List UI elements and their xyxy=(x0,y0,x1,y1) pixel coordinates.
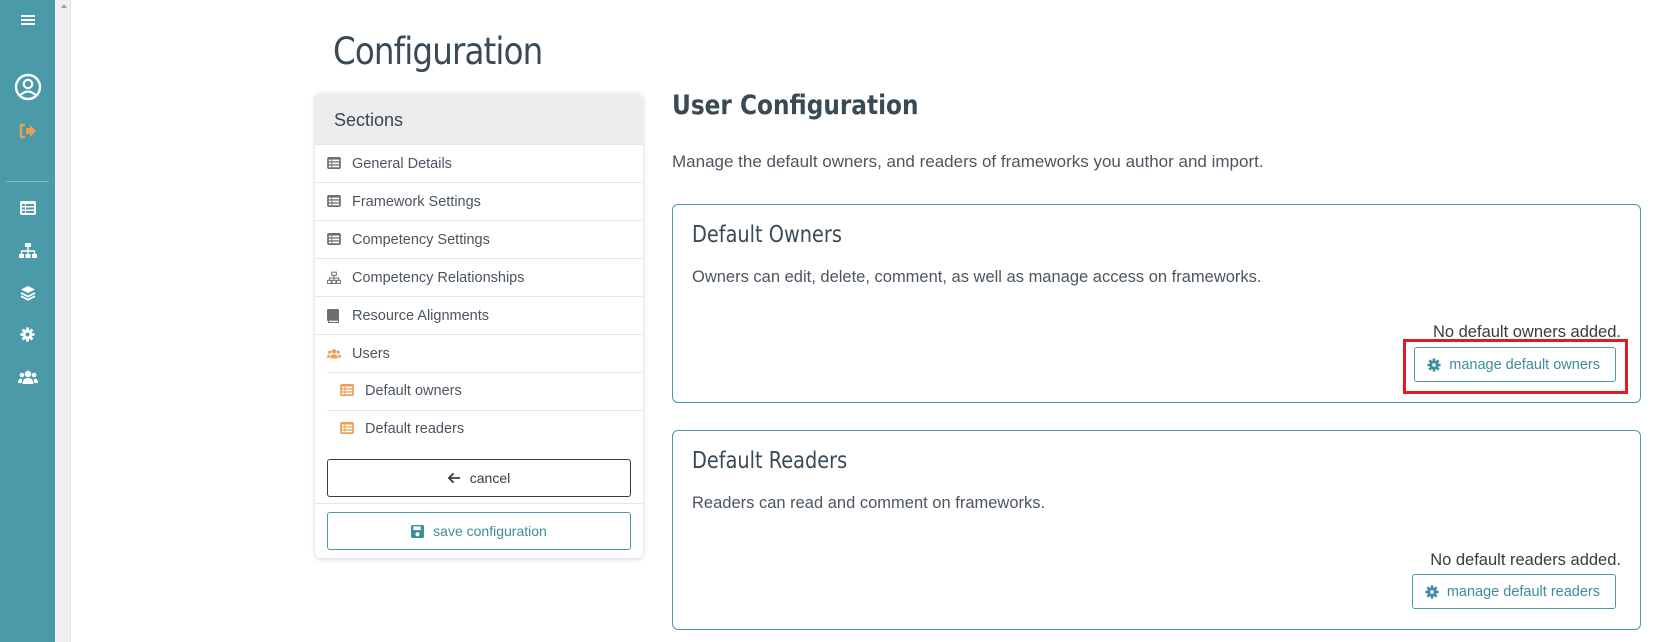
page-title: Configuration xyxy=(333,30,543,73)
scrollbar[interactable] xyxy=(55,0,71,642)
section-item-framework-settings[interactable]: Framework Settings xyxy=(315,182,643,220)
sitemap-icon xyxy=(327,271,341,285)
section-item-competency-settings[interactable]: Competency Settings xyxy=(315,220,643,258)
sitemap-icon[interactable] xyxy=(0,243,55,259)
book-icon xyxy=(327,308,341,323)
section-item-label: Default readers xyxy=(365,421,465,437)
list-icon[interactable] xyxy=(0,201,55,215)
hamburger-menu-icon[interactable] xyxy=(0,13,55,27)
list-icon xyxy=(340,422,354,436)
user-configuration-description: Manage the default owners, and readers o… xyxy=(672,152,1264,171)
scroll-up-arrow[interactable] xyxy=(61,4,67,8)
save-icon xyxy=(411,524,425,538)
user-configuration-title: User Configuration xyxy=(672,90,919,121)
users-icon[interactable] xyxy=(0,370,55,384)
manage-default-readers-button[interactable]: manage default readers xyxy=(1411,574,1616,609)
gear-icon xyxy=(1425,584,1439,599)
highlight-box xyxy=(1403,339,1628,394)
cancel-label: cancel xyxy=(469,470,511,486)
section-item-label: General Details xyxy=(352,155,452,172)
cancel-button[interactable]: cancel xyxy=(327,459,631,497)
default-owners-description: Owners can edit, delete, comment, as wel… xyxy=(692,268,1262,286)
section-item-default-owners[interactable]: Default owners xyxy=(315,372,643,410)
sections-heading: Sections xyxy=(315,93,643,144)
list-icon xyxy=(327,156,341,171)
save-label: save configuration xyxy=(433,523,547,539)
gear-icon[interactable] xyxy=(0,327,55,342)
section-item-label: Users xyxy=(352,345,390,362)
arrow-left-icon xyxy=(447,472,460,484)
section-item-label: Competency Settings xyxy=(352,231,490,248)
section-item-label: Default owners xyxy=(365,383,462,399)
section-item-label: Framework Settings xyxy=(352,193,481,210)
list-icon xyxy=(340,384,354,398)
manage-default-readers-label: manage default readers xyxy=(1446,583,1600,600)
default-readers-empty-text: No default readers added. xyxy=(1430,551,1621,569)
section-item-resource-alignments[interactable]: Resource Alignments xyxy=(315,296,643,334)
section-item-default-readers[interactable]: Default readers xyxy=(315,410,643,448)
default-readers-description: Readers can read and comment on framewor… xyxy=(692,494,1046,512)
section-item-competency-relationships[interactable]: Competency Relationships xyxy=(315,258,643,296)
default-readers-card: Default Readers Readers can read and com… xyxy=(672,430,1641,630)
list-icon xyxy=(327,194,341,209)
section-item-label: Resource Alignments xyxy=(352,307,490,324)
save-configuration-button[interactable]: save configuration xyxy=(327,512,631,550)
rail-divider xyxy=(6,181,49,182)
section-item-general-details[interactable]: General Details xyxy=(315,144,643,182)
section-item-users[interactable]: Users xyxy=(315,334,643,372)
icon-rail xyxy=(0,0,55,642)
default-owners-title: Default Owners xyxy=(692,222,842,248)
layers-icon[interactable] xyxy=(0,285,55,301)
list-icon xyxy=(327,232,341,247)
user-circle-icon[interactable] xyxy=(0,73,55,101)
users-icon xyxy=(327,347,341,361)
default-readers-title: Default Readers xyxy=(692,448,848,474)
divider xyxy=(315,503,643,504)
sign-out-icon[interactable] xyxy=(0,123,55,139)
section-item-label: Competency Relationships xyxy=(352,269,525,286)
